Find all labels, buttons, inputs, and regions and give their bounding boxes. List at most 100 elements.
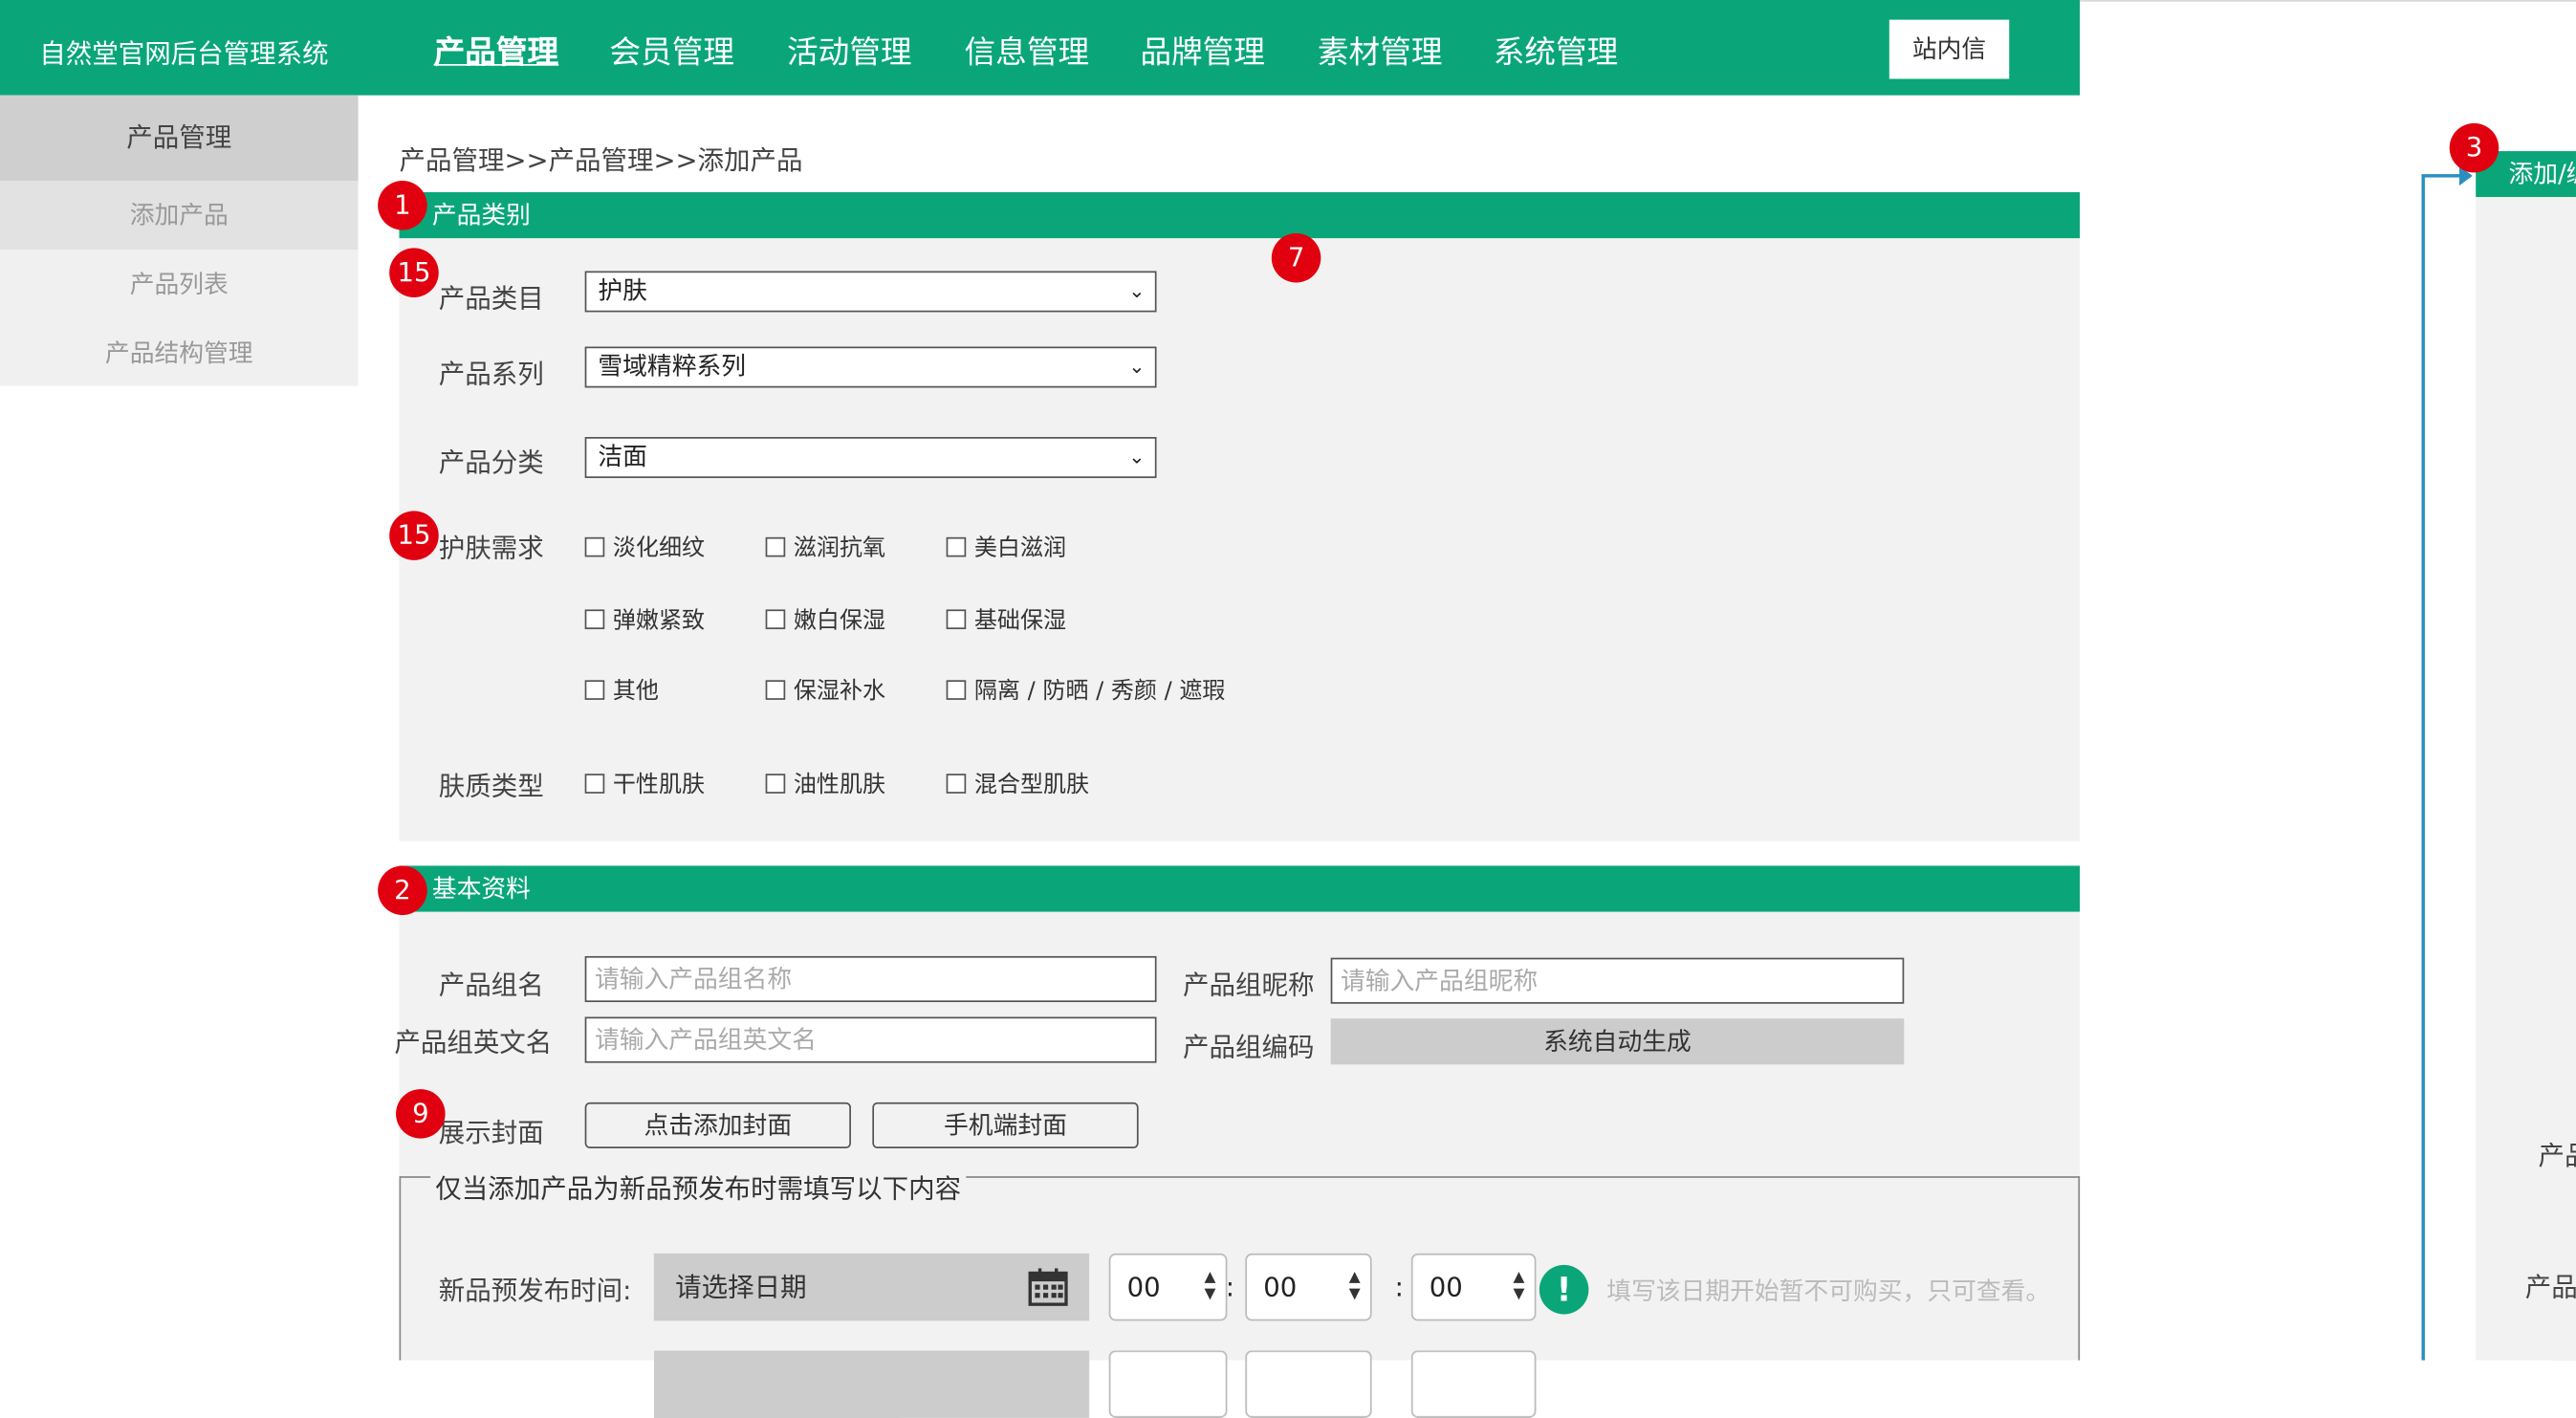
spinner-arrows-icon[interactable]: ▲ ▼	[1514, 1270, 1525, 1302]
annotation-badge: 1	[378, 180, 427, 230]
checkbox-skin-need[interactable]: 保湿补水	[765, 673, 885, 706]
checkbox-skin-need[interactable]: 弹嫩紧致	[584, 603, 706, 636]
checkbox-label: 隔离 / 防晒 / 秀颜 / 遮瑕	[973, 678, 1226, 706]
checkbox-box[interactable]	[946, 774, 967, 794]
nav-material-management[interactable]: 素材管理	[1318, 28, 1443, 72]
prerelease-hint: 填写该日期开始暂不可购买，只可查看。	[1606, 1276, 2051, 1306]
nav-system-management[interactable]: 系统管理	[1494, 28, 1619, 72]
checkbox-box[interactable]	[765, 536, 786, 557]
chevron-down-icon: ⌄	[1128, 355, 1146, 379]
hour-value: 00	[1126, 1271, 1161, 1303]
hour-spinner[interactable]: 00 ▲ ▼	[1108, 1253, 1228, 1321]
checkbox-box[interactable]	[765, 680, 786, 700]
series-select[interactable]: 雪域精粹系列 ⌄	[584, 346, 1157, 388]
checkbox-skin-type[interactable]: 干性肌肤	[584, 767, 706, 799]
checkbox-skin-need[interactable]: 淡化细纹	[584, 531, 706, 563]
right-panel-label: 产品	[2524, 1271, 2576, 1303]
group-nickname-input[interactable]: 请输入产品组昵称	[1330, 957, 1905, 1004]
checkbox-label: 滋润抗氧	[793, 535, 886, 562]
nav-activity-management[interactable]: 活动管理	[787, 28, 912, 72]
checkbox-box[interactable]	[584, 680, 605, 700]
nav-info-management[interactable]: 信息管理	[965, 28, 1090, 72]
series-select-value: 雪域精粹系列	[598, 351, 747, 382]
chevron-down-icon: ⌄	[1128, 445, 1146, 469]
warning-icon: !	[1539, 1264, 1589, 1315]
calendar-icon[interactable]	[1028, 1268, 1068, 1306]
checkbox-box[interactable]	[946, 680, 967, 700]
section-spacer	[399, 840, 2081, 866]
annotation-badge: 9	[396, 1089, 446, 1139]
checkbox-label: 油性肌肤	[793, 772, 886, 798]
annotation-badge: 7	[1271, 232, 1321, 283]
sidebar: 产品管理 添加产品 产品列表 产品结构管理	[0, 95, 359, 387]
divider	[2080, 0, 2576, 2]
nav-brand-management[interactable]: 品牌管理	[1140, 28, 1265, 72]
checkbox-label: 美白滋润	[973, 535, 1067, 562]
sidebar-heading[interactable]: 产品管理	[0, 95, 359, 181]
field-label-series: 产品系列	[438, 358, 544, 390]
checkbox-box[interactable]	[584, 609, 605, 630]
checkbox-skin-need[interactable]: 美白滋润	[946, 531, 1067, 563]
field-label-skin-type: 肤质类型	[438, 770, 544, 802]
checkbox-label: 混合型肌肤	[973, 772, 1090, 798]
nav-product-management[interactable]: 产品管理	[434, 28, 559, 72]
group-en-name-input[interactable]: 请输入产品组英文名	[584, 1016, 1157, 1063]
mobile-cover-button[interactable]: 手机端封面	[872, 1102, 1139, 1148]
minute-spinner[interactable]: 00 ▲ ▼	[1245, 1253, 1372, 1321]
annotation-badge: 3	[2449, 122, 2500, 173]
annotation-badge: 15	[389, 248, 439, 297]
group-name-input[interactable]: 请输入产品组名称	[584, 955, 1157, 1003]
checkbox-box[interactable]	[584, 536, 605, 557]
classification-select[interactable]: 洁面 ⌄	[584, 437, 1157, 478]
checkbox-skin-need[interactable]: 嫩白保湿	[765, 603, 886, 636]
checkbox-box[interactable]	[584, 774, 605, 794]
field-label-category: 产品类目	[438, 282, 544, 315]
time-separator: :	[1225, 1271, 1234, 1303]
category-select[interactable]: 护肤 ⌄	[584, 271, 1157, 313]
connector-line	[2421, 175, 2425, 1361]
sidebar-item-product-structure[interactable]: 产品结构管理	[0, 318, 359, 387]
add-cover-button[interactable]: 点击添加封面	[584, 1102, 851, 1148]
spinner-arrows-icon[interactable]: ▲ ▼	[1205, 1270, 1216, 1302]
category-select-value: 护肤	[598, 275, 647, 306]
checkbox-label: 淡化细纹	[612, 535, 706, 562]
field-label-group-name: 产品组名	[438, 969, 544, 1001]
field-label-skin-needs: 护肤需求	[438, 532, 544, 564]
checkbox-skin-need[interactable]: 其他	[584, 673, 659, 706]
checkbox-skin-need[interactable]: 基础保湿	[946, 603, 1067, 636]
checkbox-skin-need[interactable]: 滋润抗氧	[765, 531, 886, 563]
checkbox-label: 基础保湿	[973, 607, 1067, 635]
checkbox-skin-type[interactable]: 油性肌肤	[765, 767, 886, 799]
checkbox-box[interactable]	[765, 774, 786, 794]
group-code-readonly: 系统自动生成	[1330, 1018, 1905, 1065]
sidebar-item-add-product[interactable]: 添加产品	[0, 180, 359, 251]
checkbox-skin-type[interactable]: 混合型肌肤	[946, 767, 1090, 799]
annotation-badge: 15	[389, 511, 439, 560]
section-header-category: 产品类别	[399, 192, 2081, 239]
breadcrumb: 产品管理>>产品管理>>添加产品	[399, 144, 803, 176]
checkbox-skin-need[interactable]: 隔离 / 防晒 / 秀颜 / 遮瑕	[946, 673, 1226, 706]
field-label-group-en-name: 产品组英文名	[394, 1026, 553, 1058]
checkbox-box[interactable]	[765, 609, 786, 630]
checkbox-box[interactable]	[946, 609, 967, 630]
checkbox-box[interactable]	[946, 536, 967, 557]
checkbox-label: 其他	[612, 678, 659, 706]
right-panel-label: 产品	[2538, 1140, 2576, 1172]
sidebar-item-product-list[interactable]: 产品列表	[0, 250, 359, 318]
nav-member-management[interactable]: 会员管理	[609, 28, 734, 72]
field-label-group-nickname: 产品组昵称	[1183, 969, 1315, 1001]
right-panel-body	[2476, 197, 2576, 1361]
checkbox-label: 干性肌肤	[612, 772, 706, 798]
spinner-arrows-icon[interactable]: ▲ ▼	[1349, 1270, 1361, 1302]
minute-value: 00	[1263, 1271, 1298, 1303]
checkbox-label: 弹嫩紧致	[612, 607, 706, 635]
second-spinner[interactable]: 00 ▲ ▼	[1410, 1253, 1537, 1321]
prerelease-date-picker[interactable]: 请选择日期	[653, 1253, 1090, 1321]
second-value: 00	[1429, 1271, 1463, 1303]
checkbox-label: 嫩白保湿	[793, 607, 886, 635]
inbox-button[interactable]: 站内信	[1888, 19, 2010, 79]
section-header-basic-info: 基本资料	[399, 865, 2081, 912]
field-label-group-code: 产品组编码	[1183, 1031, 1315, 1063]
date-placeholder: 请选择日期	[675, 1271, 807, 1303]
time-separator: :	[1394, 1271, 1404, 1303]
